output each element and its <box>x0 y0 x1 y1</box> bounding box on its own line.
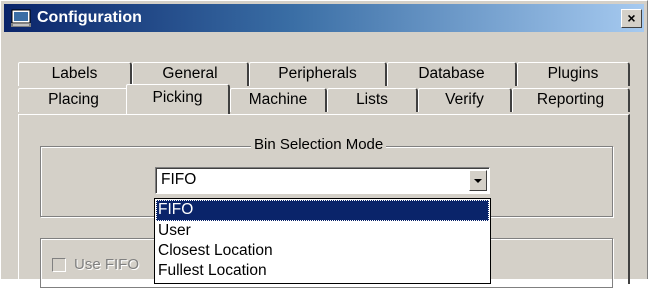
tab-labels[interactable]: Labels <box>18 62 132 86</box>
app-icon <box>11 9 31 27</box>
close-button[interactable]: × <box>621 9 642 28</box>
tab-label: General <box>162 65 218 82</box>
tab-label: Labels <box>51 65 98 82</box>
tab-label: Verify <box>445 91 484 108</box>
tab-label: Picking <box>152 89 203 106</box>
tab-database[interactable]: Database <box>387 62 517 86</box>
tab-placing[interactable]: Placing <box>18 88 130 112</box>
chevron-down-icon <box>474 179 482 183</box>
bin-selection-mode-dropdown-list: FIFO User Closest Location Fullest Locat… <box>154 198 491 284</box>
tab-peripherals[interactable]: Peripherals <box>249 62 387 86</box>
bin-selection-mode-value: FIFO <box>161 171 197 188</box>
option-label: Closest Location <box>158 242 273 259</box>
configuration-window: Configuration × Labels General Periphera… <box>0 0 648 288</box>
tab-label: Plugins <box>547 65 599 82</box>
close-icon: × <box>627 10 636 26</box>
use-fifo-checkbox[interactable] <box>52 258 66 272</box>
title-bar[interactable]: Configuration × <box>4 4 644 32</box>
dropdown-button[interactable] <box>469 170 487 191</box>
tab-general[interactable]: General <box>132 62 249 86</box>
option-label: User <box>158 222 191 239</box>
tab-label: Peripherals <box>278 65 357 82</box>
option-user[interactable]: User <box>156 221 489 242</box>
tab-reporting[interactable]: Reporting <box>512 88 630 112</box>
option-label: FIFO <box>158 201 194 218</box>
tab-machine[interactable]: Machine <box>230 88 327 112</box>
bin-selection-mode-select[interactable]: FIFO <box>155 167 490 194</box>
option-fifo[interactable]: FIFO <box>156 200 489 221</box>
tab-picking[interactable]: Picking <box>126 84 230 114</box>
tab-verify[interactable]: Verify <box>418 88 512 112</box>
tab-lists[interactable]: Lists <box>327 88 418 112</box>
tab-label: Placing <box>48 91 99 108</box>
option-label: Fullest Location <box>158 262 267 279</box>
window-title: Configuration <box>37 9 142 26</box>
tab-label: Lists <box>356 91 388 108</box>
tab-label: Database <box>418 65 485 82</box>
tab-plugins[interactable]: Plugins <box>517 62 630 86</box>
tab-label: Reporting <box>536 91 605 108</box>
tab-label: Machine <box>248 91 308 108</box>
option-closest-location[interactable]: Closest Location <box>156 241 489 262</box>
use-fifo-checkbox-label: Use FIFO <box>74 256 140 273</box>
bin-selection-group-label: Bin Selection Mode <box>251 136 387 153</box>
